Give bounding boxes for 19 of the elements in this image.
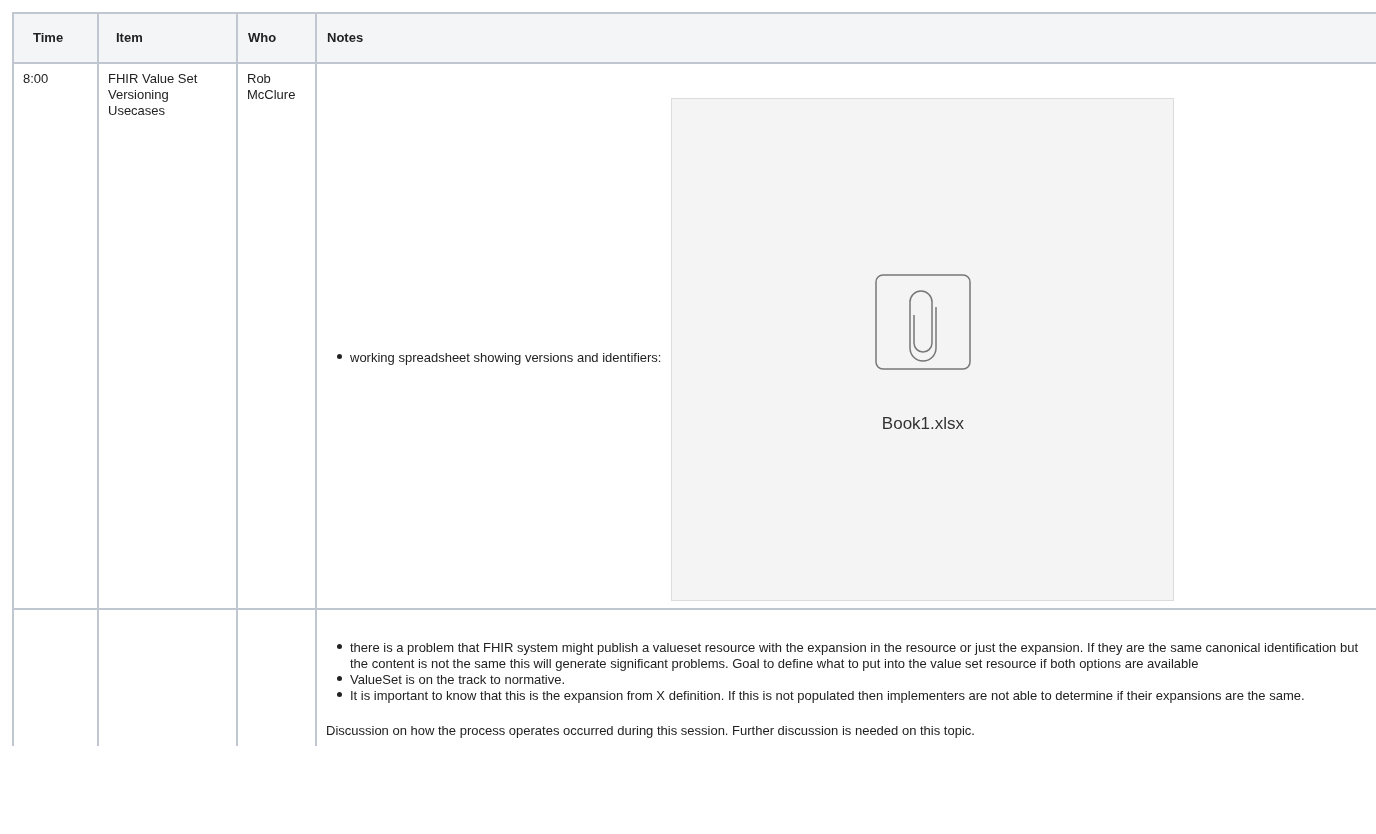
column-header: Who — [237, 13, 316, 63]
list-item-text: there is a problem that FHIR system might publish a valueset resource with the expansion in the resource or just the expansion. If they are the same canonical identification but the content is not the same this will generate significant problems. Goal to define what to put into the value set resource if both options are available — [350, 640, 1359, 671]
list-item-text: ValueSet is on the track to normative. — [350, 672, 566, 687]
column-header: Notes — [316, 13, 1376, 63]
bullet-icon — [337, 354, 342, 359]
column-header: Item — [98, 13, 237, 63]
bullet-icon — [337, 692, 342, 697]
item-cell: FHIR Value Set Versioning Usecases — [108, 71, 198, 118]
list-item-text: working spreadsheet showing versions and identifiers: — [350, 350, 662, 365]
column-header: Time — [13, 13, 98, 63]
list-item-text: It is important to know that this is the expansion from X definition. If this is not populated then implementers are not able to determine if their expansions are the same. — [350, 688, 1305, 703]
bullet-icon — [337, 644, 342, 649]
notes-paragraph: Discussion on how the process operates occurred during this session. Further discussion is needed on this topic. — [326, 723, 976, 739]
attachment-preview[interactable]: Book1.xlsx — [671, 98, 1175, 601]
paperclip-icon — [874, 274, 971, 370]
time-cell: 8:00 — [23, 71, 49, 86]
bullet-icon — [337, 676, 342, 681]
attachment-filename: Book1.xlsx — [881, 414, 965, 434]
who-cell: Rob McClure — [247, 71, 296, 102]
